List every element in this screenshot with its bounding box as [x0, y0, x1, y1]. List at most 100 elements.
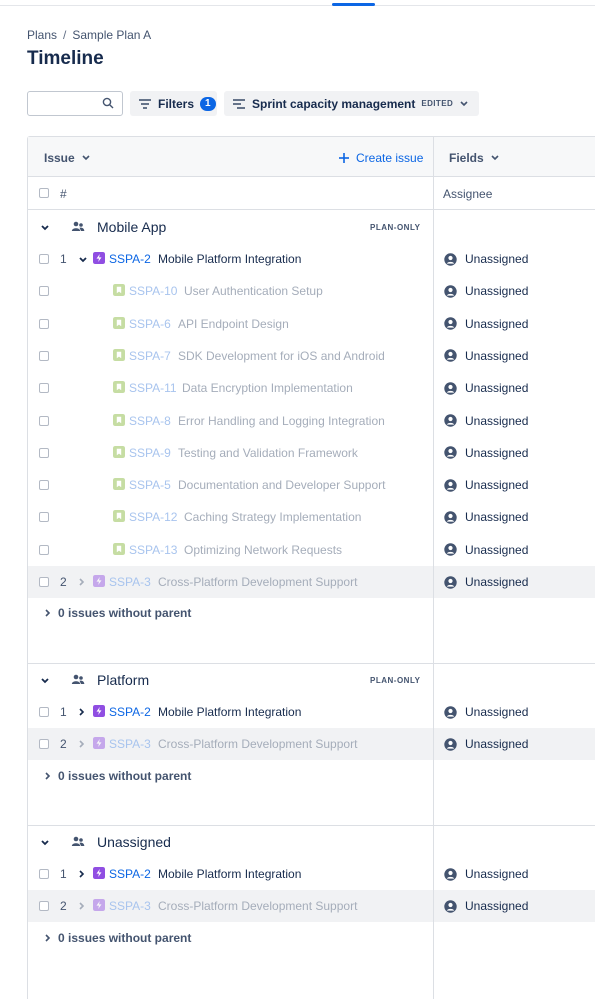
row-checkbox[interactable] [39, 901, 49, 912]
issue-row[interactable]: 1 SSPA-2 Mobile Platform Integration Unassi… [28, 243, 595, 275]
row-checkbox[interactable] [39, 350, 49, 361]
issue-row[interactable]: SSPA-9 Testing and Validation Framework Un… [28, 437, 595, 469]
issue-summary[interactable]: Error Handling and Logging Integration [178, 414, 385, 428]
issue-summary[interactable]: Cross-Platform Development Support [158, 575, 357, 589]
issue-key-link[interactable]: SSPA-10 [129, 284, 177, 298]
issue-summary[interactable]: Optimizing Network Requests [184, 543, 342, 557]
assignee-cell[interactable]: Unassigned [444, 543, 528, 557]
issue-summary[interactable]: Documentation and Developer Support [178, 478, 385, 492]
row-expand-chevron-icon[interactable] [78, 707, 86, 717]
issue-key-link[interactable]: SSPA-5 [129, 478, 171, 492]
row-checkbox[interactable] [39, 318, 49, 329]
row-checkbox[interactable] [39, 447, 49, 458]
row-checkbox[interactable] [39, 254, 49, 264]
group-header[interactable]: Mobile App PLAN-ONLY [28, 211, 595, 243]
issue-key-link[interactable]: SSPA-8 [129, 414, 171, 428]
assignee-cell[interactable]: Unassigned [444, 414, 528, 428]
issue-key-link[interactable]: SSPA-13 [129, 543, 177, 557]
select-all-checkbox[interactable] [39, 188, 49, 198]
group-collapse-chevron-icon[interactable] [40, 839, 50, 847]
assignee-cell[interactable]: Unassigned [444, 575, 528, 589]
issue-summary[interactable]: SDK Development for iOS and Android [178, 349, 385, 363]
issue-key-link[interactable]: SSPA-2 [109, 705, 151, 719]
search-input[interactable] [34, 92, 104, 114]
issue-row[interactable]: 1 SSPA-2 Mobile Platform Integration Unassi… [28, 858, 595, 890]
row-checkbox[interactable] [39, 707, 49, 717]
row-checkbox[interactable] [39, 577, 49, 587]
chevron-right-icon[interactable] [44, 933, 52, 943]
assignee-cell[interactable]: Unassigned [444, 381, 528, 395]
row-collapse-chevron-icon[interactable] [78, 256, 88, 264]
issue-summary[interactable]: User Authentication Setup [184, 284, 323, 298]
issue-key-link[interactable]: SSPA-7 [129, 349, 171, 363]
assignee-cell[interactable]: Unassigned [444, 252, 528, 266]
assignee-cell[interactable]: Unassigned [444, 349, 528, 363]
row-checkbox[interactable] [39, 286, 49, 297]
group-collapse-chevron-icon[interactable] [40, 677, 50, 685]
issue-key-link[interactable]: SSPA-11 [129, 381, 177, 395]
row-expand-chevron-icon[interactable] [78, 739, 86, 749]
issue-summary[interactable]: Mobile Platform Integration [158, 867, 301, 881]
issue-key-link[interactable]: SSPA-12 [129, 510, 177, 524]
issue-row[interactable]: 2 SSPA-3 Cross-Platform Development Suppor… [28, 728, 595, 761]
row-expand-chevron-icon[interactable] [78, 901, 86, 911]
issue-key-link[interactable]: SSPA-3 [109, 737, 151, 751]
column-divider[interactable] [433, 137, 434, 999]
assignee-cell[interactable]: Unassigned [444, 478, 528, 492]
row-checkbox[interactable] [39, 383, 49, 394]
issue-row[interactable]: SSPA-11 Data Encryption Implementation Una… [28, 372, 595, 404]
issue-row[interactable]: 2 SSPA-3 Cross-Platform Development Suppor… [28, 890, 595, 923]
issues-without-parent-toggle[interactable]: 0 issues without parent [44, 606, 191, 620]
issue-row[interactable]: SSPA-10 User Authentication Setup Unassign… [28, 275, 595, 307]
issue-column-header[interactable]: Issue [44, 151, 91, 165]
row-checkbox[interactable] [39, 512, 49, 523]
issue-summary[interactable]: Mobile Platform Integration [158, 705, 301, 719]
issues-without-parent-toggle[interactable]: 0 issues without parent [44, 769, 191, 783]
breadcrumb-plans-link[interactable]: Plans [27, 28, 57, 42]
row-checkbox[interactable] [39, 415, 49, 426]
row-checkbox[interactable] [39, 739, 49, 750]
breadcrumb-plan-link[interactable]: Sample Plan A [72, 28, 151, 42]
issue-row[interactable]: SSPA-6 API Endpoint Design Unassigned [28, 308, 595, 340]
issue-summary[interactable]: Caching Strategy Implementation [184, 510, 361, 524]
group-header[interactable]: Unassigned [28, 826, 595, 858]
chevron-right-icon[interactable] [44, 608, 52, 618]
issues-without-parent-toggle[interactable]: 0 issues without parent [44, 931, 191, 945]
assignee-cell[interactable]: Unassigned [444, 705, 528, 719]
search-field[interactable] [27, 91, 123, 116]
issue-row[interactable]: SSPA-12 Caching Strategy Implementation Un… [28, 501, 595, 533]
assignee-cell[interactable]: Unassigned [444, 284, 528, 298]
issue-row[interactable]: SSPA-13 Optimizing Network Requests Unassi… [28, 534, 595, 566]
issue-summary[interactable]: Data Encryption Implementation [182, 381, 353, 395]
chevron-right-icon[interactable] [44, 771, 52, 781]
issue-summary[interactable]: Testing and Validation Framework [178, 446, 358, 460]
sprint-capacity-button[interactable]: Sprint capacity management EDITED [224, 91, 479, 116]
issue-summary[interactable]: Mobile Platform Integration [158, 252, 301, 266]
group-collapse-chevron-icon[interactable] [40, 224, 50, 232]
issue-key-link[interactable]: SSPA-2 [109, 252, 151, 266]
issue-row[interactable]: SSPA-8 Error Handling and Logging Integra… [28, 405, 595, 437]
issue-key-link[interactable]: SSPA-3 [109, 575, 151, 589]
assignee-cell[interactable]: Unassigned [444, 317, 528, 331]
assignee-column-header[interactable]: Assignee [443, 187, 492, 201]
issue-key-link[interactable]: SSPA-2 [109, 867, 151, 881]
assignee-cell[interactable]: Unassigned [444, 446, 528, 460]
assignee-cell[interactable]: Unassigned [444, 899, 528, 913]
fields-column-header[interactable]: Fields [449, 151, 500, 165]
assignee-cell[interactable]: Unassigned [444, 510, 528, 524]
issue-key-link[interactable]: SSPA-9 [129, 446, 171, 460]
row-checkbox[interactable] [39, 869, 49, 879]
row-checkbox[interactable] [39, 480, 49, 491]
assignee-cell[interactable]: Unassigned [444, 867, 528, 881]
row-expand-chevron-icon[interactable] [78, 869, 86, 879]
issue-summary[interactable]: Cross-Platform Development Support [158, 899, 357, 913]
group-header[interactable]: Platform PLAN-ONLY [28, 664, 595, 696]
row-expand-chevron-icon[interactable] [78, 577, 86, 587]
issue-row[interactable]: 2 SSPA-3 Cross-Platform Development Suppor… [28, 566, 595, 598]
issue-summary[interactable]: API Endpoint Design [178, 317, 289, 331]
assignee-cell[interactable]: Unassigned [444, 737, 528, 751]
row-checkbox[interactable] [39, 544, 49, 555]
create-issue-button[interactable]: Create issue [338, 151, 423, 165]
issue-row[interactable]: SSPA-5 Documentation and Developer Suppor… [28, 469, 595, 501]
issue-key-link[interactable]: SSPA-6 [129, 317, 171, 331]
